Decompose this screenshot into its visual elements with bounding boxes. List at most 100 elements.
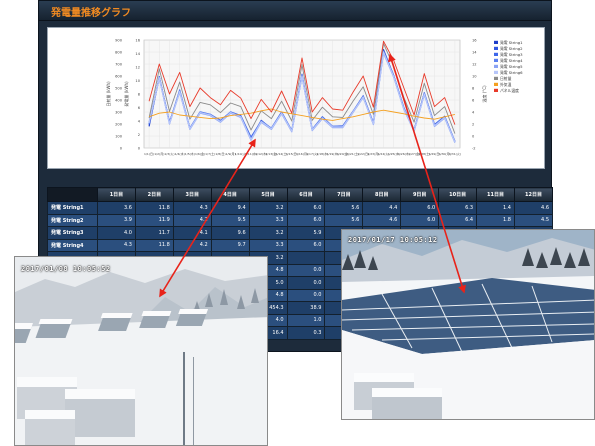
table-cell: 9.6 (210, 226, 250, 240)
table-cell: 3.3 (248, 238, 288, 252)
y-mid-tick-label: 16 (135, 39, 140, 43)
table-column-header: 10日目 (438, 187, 478, 202)
x-tick-label: 1/1(日) (144, 152, 154, 156)
x-tick-label: 1/6(金) (195, 151, 205, 156)
table-cell: 4.2 (172, 213, 212, 227)
table-cell: 9.4 (210, 201, 250, 215)
snow-scene-right (342, 230, 594, 419)
table-cell (286, 251, 326, 265)
y-mid-tick-label: 0 (138, 147, 141, 151)
table-column-header: 11日目 (476, 187, 515, 202)
camera-photo-right: 2017/01/17 10:05:12 (341, 229, 595, 420)
legend-swatch (494, 46, 498, 50)
table-column-header: 8日目 (362, 187, 402, 202)
table-cell: 0.3 (286, 326, 326, 340)
table-cell: 3.6 (97, 201, 136, 215)
table-cell: 6.3 (438, 201, 478, 215)
y-mid-tick-label: 8 (138, 93, 141, 97)
y-right-tick-label: -2 (472, 147, 476, 151)
table-row: 発電 String2 3.9 11.9 4.2 9.5 3.3 6.0 5.6 4.6 6.0 6.… (47, 213, 553, 227)
table-cell: 4.6 (513, 201, 553, 215)
screenshot-stage: 発電量推移グラフ 900 800 700 600 500 400 300 200 100 0 16 1… (0, 0, 595, 446)
table-cell: 4.6 (362, 213, 402, 227)
legend-label: 発電 String3 (500, 52, 523, 57)
table-cell: 0.0 (286, 276, 326, 290)
y-left-tick-label: 100 (115, 135, 123, 139)
table-cell: 11.8 (134, 238, 174, 252)
table-row-label: 発電 String3 (47, 226, 98, 240)
y-mid-tick-label: 10 (135, 79, 140, 83)
snow-scene-left (15, 257, 267, 445)
generation-chart: 900 800 700 600 500 400 300 200 100 0 16 14 12 10 8 6 4 2… (47, 27, 545, 169)
table-column-header: 1日目 (97, 187, 136, 202)
table-cell: 4.1 (172, 226, 212, 240)
chart-svg: 9008007006005004003002001000161412108642… (105, 39, 523, 156)
table-cell: 38.9 (286, 301, 326, 315)
legend-swatch (494, 52, 498, 56)
legend-swatch (494, 82, 498, 86)
table-column-header: 3日目 (172, 187, 212, 202)
y-left-tick-label: 700 (115, 63, 123, 67)
y-left-axis-label: 日射量 (kWh) (105, 81, 111, 107)
y-right-tick-label: 8 (472, 87, 475, 91)
table-cell: 9.5 (210, 213, 250, 227)
table-cell: 3.9 (97, 213, 136, 227)
table-cell: 1.8 (476, 213, 515, 227)
table-cell: 11.7 (134, 226, 174, 240)
y-right-tick-label: 14 (472, 51, 477, 55)
table-cell: 4.0 (97, 226, 136, 240)
y-right-tick-label: 10 (472, 75, 477, 79)
y-mid-tick-label: 4 (138, 120, 141, 124)
legend-swatch (494, 76, 498, 80)
legend-label: 発電 String6 (500, 70, 523, 75)
legend-label: パネル温度 (500, 88, 519, 93)
table-cell: 11.8 (134, 201, 174, 215)
table-cell: 6.0 (400, 201, 440, 215)
table-cell: 4.3 (97, 238, 136, 252)
y-left-tick-label: 200 (115, 123, 123, 127)
table-cell: 11.9 (134, 213, 174, 227)
table-cell: 5.6 (324, 213, 364, 227)
panel-header: 発電量推移グラフ (39, 1, 551, 21)
x-tick-label: 1/2(月) (154, 152, 164, 156)
y-mid-tick-label: 14 (135, 52, 140, 56)
table-cell: 6.4 (438, 213, 478, 227)
y-right-tick-label: 6 (472, 99, 475, 103)
photo-right-timestamp: 2017/01/17 10:05:12 (348, 236, 438, 244)
table-cell: 6.0 (286, 238, 326, 252)
table-row: 発電 String1 3.6 11.8 4.3 9.4 3.2 6.0 5.6 4.4 6.0 6.… (47, 201, 553, 215)
legend-label: 外気温 (500, 82, 512, 87)
table-column-header: 6日目 (286, 187, 326, 202)
table-row-label: 発電 String4 (47, 238, 98, 252)
table-corner-header (47, 187, 98, 202)
x-tick-label: 1/5(木) (185, 151, 195, 156)
table-column-header: 5日目 (248, 187, 288, 202)
x-tick-label: 1/31(火) (449, 152, 461, 156)
table-cell: 6.0 (286, 213, 326, 227)
table-column-header: 9日目 (400, 187, 440, 202)
y-left-tick-label: 400 (115, 99, 123, 103)
table-cell: 1.0 (286, 313, 326, 327)
legend-swatch (494, 40, 498, 44)
y-mid-tick-label: 12 (135, 66, 140, 70)
legend-label: 日射量 (500, 76, 512, 81)
table-cell: 1.4 (476, 201, 515, 215)
photo-left-timestamp: 2017/01/08 10:05:52 (21, 265, 111, 273)
y-right-tick-label: 4 (472, 111, 475, 115)
legend-label: 発電 String2 (500, 46, 523, 51)
y-left-tick-label: 600 (115, 75, 123, 79)
table-column-header: 2日目 (134, 187, 174, 202)
y-left-tick-label: 500 (115, 87, 123, 91)
table-cell: 4.4 (362, 201, 402, 215)
table-cell: 3.2 (248, 226, 288, 240)
y-right-tick-label: 16 (472, 39, 477, 43)
x-tick-label: 1/4(水) (175, 151, 185, 156)
legend-swatch (494, 58, 498, 62)
y-left-tick-label: 900 (115, 39, 123, 43)
legend-swatch (494, 88, 498, 92)
y-left-tick-label: 800 (115, 51, 123, 55)
y-right-tick-label: 2 (472, 123, 474, 127)
table-cell: 6.0 (286, 201, 326, 215)
table-cell: 0.0 (286, 288, 326, 302)
table-cell: 3.2 (248, 201, 288, 215)
